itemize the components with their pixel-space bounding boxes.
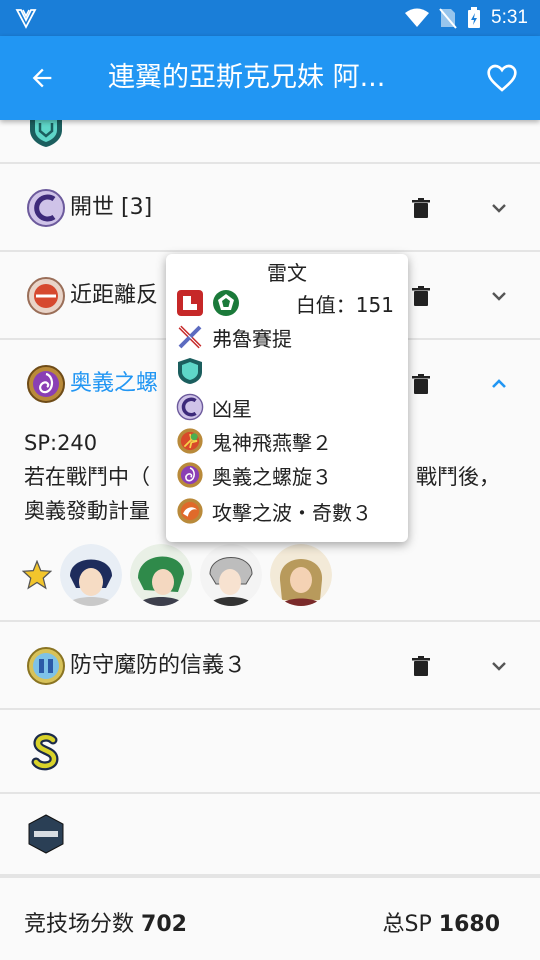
trash-icon [412,198,430,218]
total-sp: 总SP 1680 [383,906,500,938]
skill-row-seal[interactable] [0,120,540,164]
popup-ougi-row: 奥義之螺旋３ [176,458,332,492]
seal-shield-icon [30,120,62,147]
heart-outline-icon [487,64,517,92]
skill-label: 近距離反 [70,283,159,308]
hero-avatar-row [22,544,332,606]
arena-score: 竞技场分数 702 [24,906,187,938]
popup-skill-name: 鬼神飛燕擊２ [212,430,332,455]
app-bar: 連翼的亞斯克兄妹 阿... [0,36,540,120]
skill-row-sacred-seal[interactable] [0,710,540,794]
wifi-icon [405,8,430,27]
favorite-button[interactable] [482,58,522,98]
total-sp-value: 1680 [438,912,500,937]
popup-wave-row: 攻擊之波・奇數３ [176,494,372,528]
skill-ward-icon [27,647,65,685]
expand-button[interactable] [484,281,514,311]
popup-skill-name: 奥義之螺旋３ [212,464,332,489]
skill-description-line1-tail: 戰鬥後， [416,465,500,489]
popup-seal-row [176,354,204,388]
popup-hero-name: 雷文 [267,261,307,285]
expand-button[interactable] [484,193,514,223]
arena-score-label: 竞技场分数 [24,912,135,937]
hero-avatar[interactable] [270,544,332,606]
skill-strike-icon [177,428,203,454]
skill-counter-icon [27,277,65,315]
skill-row-bougyo[interactable]: 防守魔防的信義３ [0,622,540,710]
chevron-up-icon [492,379,506,388]
skill-c-icon [176,393,204,421]
hero-avatar[interactable] [60,544,122,606]
collapse-button[interactable] [484,369,514,399]
star-icon [22,560,52,590]
popup-weapon-name: 弗魯賽提 [212,326,292,351]
skill-row-kaisei[interactable]: 開世 [3] [0,164,540,252]
app-logo-icon [15,9,37,29]
green-tome-icon [213,290,239,316]
skill-c-icon [27,189,65,227]
hero-info-popup: 雷文 白值：151 弗魯賽提 凶星 鬼神飛燕擊２ 奥義之螺旋３ 攻擊之波・奇數３ [166,254,408,542]
hero-avatar[interactable] [130,544,192,606]
popup-weapon-row: 弗魯賽提 [176,320,292,354]
hero-avatar[interactable] [200,544,262,606]
arrow-back-icon [32,68,52,88]
seal-shield-icon [178,358,202,384]
popup-type-row [176,286,240,320]
skill-spiral-icon [27,365,65,403]
delete-button[interactable] [408,283,434,309]
delete-button[interactable] [408,371,434,397]
no-sim-icon [439,8,457,29]
empty-slot-icon [28,814,64,854]
delete-button[interactable] [408,195,434,221]
chevron-down-icon [492,662,506,671]
arena-score-value: 702 [141,912,187,937]
skill-description-line2: 奧義發動計量 [24,499,150,523]
score-footer: 竞技场分数 702 总SP 1680 [0,876,540,960]
trash-icon [412,374,430,394]
trash-icon [412,286,430,306]
weapon-swords-icon [178,325,202,349]
skill-label: 防守魔防的信義３ [70,653,247,678]
skill-spiral-icon [177,462,203,488]
cavalry-move-icon [177,290,203,316]
back-button[interactable] [22,58,62,98]
popup-skill-name: 攻擊之波・奇數３ [212,500,372,525]
skill-wave-icon [177,498,203,524]
popup-white-value: 白值：151 [295,293,394,317]
page-title: 連翼的亞斯克兄妹 阿... [108,62,386,93]
status-bar: 5:31 [0,0,540,36]
chevron-down-icon [492,292,506,301]
skill-row-empty[interactable] [0,794,540,876]
sacred-seal-s-icon [31,732,59,771]
skill-label: 奥義之螺 [70,371,159,396]
popup-skill-name: 凶星 [212,396,252,421]
expand-button[interactable] [484,651,514,681]
status-time: 5:31 [491,7,528,28]
skill-description-line1-head: 若在戰鬥中（ [24,465,150,489]
battery-charging-icon [468,7,481,28]
chevron-down-icon [492,204,506,213]
popup-skill-row: 凶星 [176,390,252,424]
total-sp-label: 总SP [382,912,432,937]
trash-icon [412,656,430,676]
skill-sp: SP:240 [24,431,98,455]
delete-button[interactable] [408,653,434,679]
skill-label: 開世 [3] [70,195,153,220]
popup-special-row: 鬼神飛燕擊２ [176,424,332,458]
